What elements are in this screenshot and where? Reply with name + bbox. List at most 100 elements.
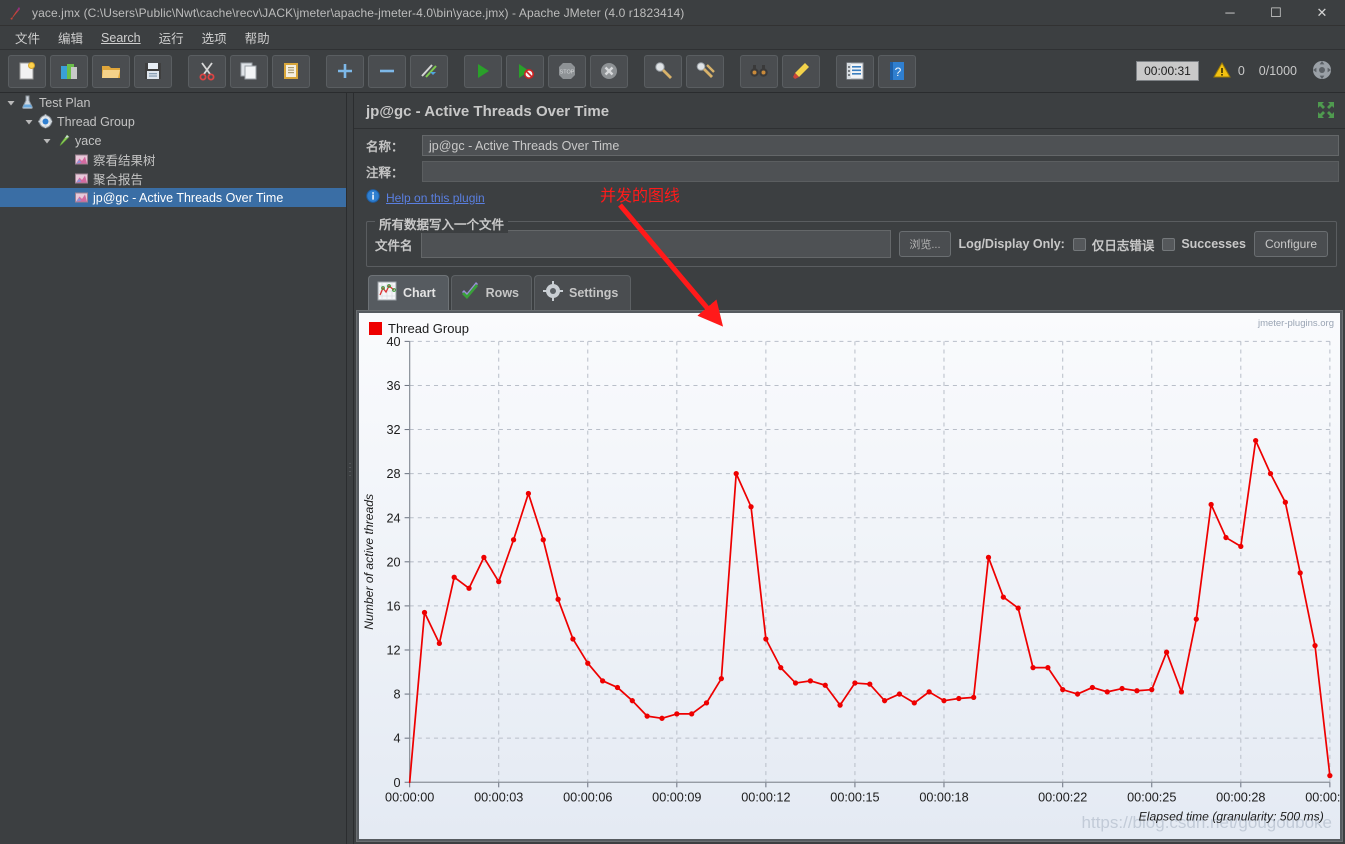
tree-item-active-threads-over-time[interactable]: jp@gc - Active Threads Over Time xyxy=(0,188,346,207)
elapsed-timer: 00:00:31 xyxy=(1136,61,1199,81)
tree-item-test-plan[interactable]: Test Plan xyxy=(0,93,346,112)
tab-settings[interactable]: Settings xyxy=(534,275,632,310)
svg-text:00:00:15: 00:00:15 xyxy=(830,791,879,805)
help-row: Help on this plugin xyxy=(366,187,1339,212)
listener-panel: jp@gc - Active Threads Over Time 名称： jp@… xyxy=(354,93,1345,844)
tree-item-aggregate-report[interactable]: 聚合报告 xyxy=(0,169,346,188)
svg-text:24: 24 xyxy=(386,511,400,525)
write-results-legend: 所有数据写入一个文件 xyxy=(375,214,509,233)
reset-search-icon[interactable] xyxy=(782,54,820,88)
tree-label: yace xyxy=(75,133,102,148)
svg-text:36: 36 xyxy=(386,379,400,393)
toolbar: STOP ? 00:00:31 0 0/1000 xyxy=(0,50,1345,93)
comment-input[interactable] xyxy=(422,161,1339,182)
svg-text:00:00:18: 00:00:18 xyxy=(919,791,968,805)
http-sampler-icon xyxy=(54,133,72,148)
search-icon[interactable] xyxy=(740,54,778,88)
svg-text:00:00:28: 00:00:28 xyxy=(1216,791,1265,805)
svg-text:00:00:31: 00:00:31 xyxy=(1305,791,1340,805)
svg-text:32: 32 xyxy=(386,423,400,437)
menu-file[interactable]: 文件 xyxy=(6,25,49,50)
configure-button[interactable]: Configure xyxy=(1253,231,1328,257)
toolbar-status: 00:00:31 0 0/1000 xyxy=(1136,59,1339,84)
threads-ratio: 0/1000 xyxy=(1258,64,1297,78)
svg-text:00:00:09: 00:00:09 xyxy=(652,791,701,805)
svg-text:00:00:12: 00:00:12 xyxy=(741,791,790,805)
menu-options[interactable]: 选项 xyxy=(193,25,236,50)
errors-checkbox-group[interactable]: 仅日志错误 xyxy=(1072,235,1155,254)
tree-label: 察看结果树 xyxy=(93,154,156,168)
chart-canvas[interactable]: Thread Group jmeter-plugins.org https://… xyxy=(359,313,1340,839)
chevron-down-icon[interactable] xyxy=(40,136,54,146)
chart-tab-icon xyxy=(377,281,397,304)
chevron-down-icon[interactable] xyxy=(22,117,36,127)
browse-button[interactable]: 浏览... xyxy=(899,231,951,257)
svg-text:STOP: STOP xyxy=(560,70,575,76)
remote-activity-icon[interactable] xyxy=(1311,59,1333,84)
expand-panel-icon[interactable] xyxy=(1317,101,1335,122)
clear-all-icon[interactable] xyxy=(686,54,724,88)
start-icon[interactable] xyxy=(464,54,502,88)
shutdown-icon[interactable] xyxy=(590,54,628,88)
tab-chart[interactable]: Chart xyxy=(368,275,449,310)
tree-item-view-results-tree[interactable]: 察看结果树 xyxy=(0,150,346,169)
copy-icon[interactable] xyxy=(230,54,268,88)
menu-edit[interactable]: 编辑 xyxy=(49,25,92,50)
save-icon[interactable] xyxy=(134,54,172,88)
comment-label: 注释： xyxy=(366,166,404,180)
svg-text:20: 20 xyxy=(386,555,400,569)
collapse-all-icon[interactable] xyxy=(368,54,406,88)
cut-icon[interactable] xyxy=(188,54,226,88)
name-label: 名称： xyxy=(366,140,404,154)
filename-input[interactable] xyxy=(420,230,892,258)
chart-container: Thread Group jmeter-plugins.org https://… xyxy=(356,310,1343,842)
successes-checkbox-group[interactable]: Successes xyxy=(1162,237,1246,251)
tab-rows[interactable]: Rows xyxy=(450,275,532,310)
function-helper-icon[interactable] xyxy=(836,54,874,88)
paste-icon[interactable] xyxy=(272,54,310,88)
file-row: 文件名 浏览... Log/Display Only: 仅日志错误 Succes… xyxy=(375,230,1328,258)
tree-item-yace[interactable]: yace xyxy=(0,131,346,150)
jmeter-window: yace.jmx (C:\Users\Public\Nwt\cache\recv… xyxy=(0,0,1345,844)
comment-row: 注释： xyxy=(366,161,1339,182)
clear-icon[interactable] xyxy=(644,54,682,88)
help-icon[interactable]: ? xyxy=(878,54,916,88)
close-button[interactable]: ✕ xyxy=(1299,0,1345,26)
open-icon[interactable] xyxy=(92,54,130,88)
chart-plot: 0 4 8 12 16 20 24 28 32 36 40 00:00:00 00:00:03 00:00… xyxy=(362,335,1340,824)
maximize-button[interactable]: ☐ xyxy=(1253,0,1299,26)
successes-checkbox[interactable] xyxy=(1162,237,1176,251)
svg-text:4: 4 xyxy=(394,732,401,746)
menu-help[interactable]: 帮助 xyxy=(236,25,279,50)
tree-item-thread-group[interactable]: Thread Group xyxy=(0,112,346,131)
svg-text:?: ? xyxy=(895,65,902,79)
info-icon xyxy=(366,189,380,206)
errors-checkbox-label: 仅日志错误 xyxy=(1091,238,1155,253)
svg-text:0: 0 xyxy=(394,776,401,790)
chevron-down-icon[interactable] xyxy=(4,98,18,108)
templates-icon[interactable] xyxy=(50,54,88,88)
listener-icon xyxy=(72,152,90,167)
menu-search[interactable]: Search xyxy=(92,28,150,48)
toggle-icon[interactable] xyxy=(410,54,448,88)
start-no-pauses-icon[interactable] xyxy=(506,54,544,88)
svg-text:00:00:03: 00:00:03 xyxy=(474,791,523,805)
warning-indicator[interactable]: 0 xyxy=(1212,61,1245,82)
menu-run[interactable]: 运行 xyxy=(150,25,193,50)
name-row: 名称： jp@gc - Active Threads Over Time xyxy=(366,135,1339,156)
new-icon[interactable] xyxy=(8,54,46,88)
expand-all-icon[interactable] xyxy=(326,54,364,88)
warning-count: 0 xyxy=(1237,64,1245,78)
tab-rows-label: Rows xyxy=(485,285,519,300)
stop-icon[interactable]: STOP xyxy=(548,54,586,88)
svg-text:00:00:25: 00:00:25 xyxy=(1127,791,1176,805)
pane-splitter[interactable]: ::: xyxy=(347,93,354,844)
svg-text:12: 12 xyxy=(386,644,400,658)
minimize-button[interactable]: ─ xyxy=(1207,0,1253,26)
tree-label: 聚合报告 xyxy=(93,173,144,187)
errors-checkbox[interactable] xyxy=(1072,237,1086,251)
name-input[interactable]: jp@gc - Active Threads Over Time xyxy=(422,135,1339,156)
svg-text:00:00:06: 00:00:06 xyxy=(563,791,612,805)
help-on-plugin-link[interactable]: Help on this plugin xyxy=(386,191,485,205)
write-results-group: 所有数据写入一个文件 文件名 浏览... Log/Display Only: 仅… xyxy=(366,214,1337,267)
